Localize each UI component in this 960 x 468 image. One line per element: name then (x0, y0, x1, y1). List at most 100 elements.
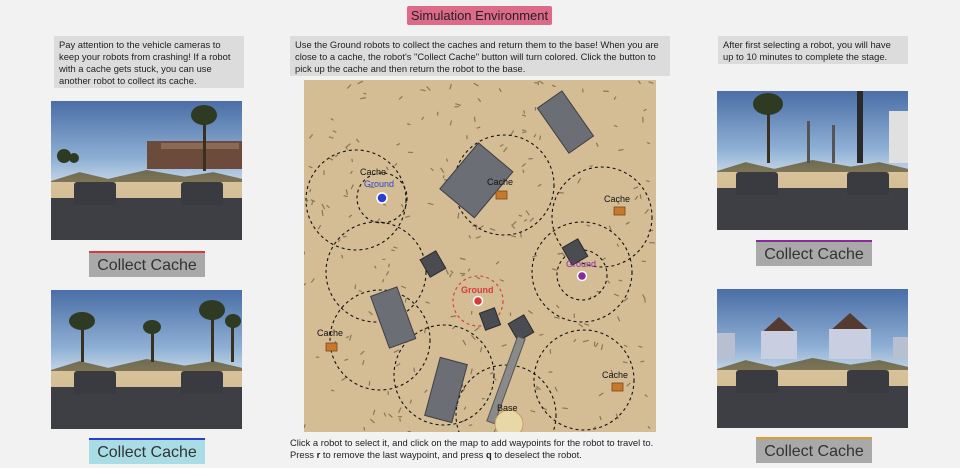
collect-cache-button-red[interactable]: Collect Cache (89, 251, 205, 277)
debris-mark (391, 249, 395, 252)
debris-mark (489, 227, 496, 232)
debris-mark (613, 124, 618, 128)
ground-robot-red-marker[interactable] (472, 295, 484, 307)
debris-mark (501, 344, 507, 347)
camera-feed-red (51, 101, 242, 240)
camera-feed-purple (717, 91, 908, 230)
debris-mark (386, 166, 389, 171)
debris-mark (473, 82, 479, 87)
top-down-map[interactable]: Cache Ground Cache Cache Ground Ground C… (304, 80, 656, 432)
debris-mark (511, 224, 516, 230)
page-title: Simulation Environment (407, 6, 552, 25)
debris-mark (499, 143, 504, 147)
text-segment: Press (290, 449, 317, 460)
collect-cache-button-blue[interactable]: Collect Cache (89, 438, 205, 464)
debris-mark (337, 239, 341, 243)
debris-mark (613, 293, 620, 297)
debris-mark (393, 349, 400, 353)
debris-mark (421, 116, 425, 121)
debris-mark (510, 234, 517, 238)
debris-mark (406, 122, 411, 126)
debris-mark (600, 344, 604, 351)
debris-mark (424, 389, 428, 393)
ground-robot-blue-marker[interactable] (376, 192, 388, 204)
ground-robot-purple-marker[interactable] (576, 270, 588, 282)
debris-mark (425, 301, 430, 304)
debris-mark (309, 134, 314, 139)
debris-mark (308, 165, 313, 169)
debris-mark (646, 142, 651, 145)
debris-mark (470, 368, 473, 375)
debris-mark (328, 157, 334, 161)
debris-mark (603, 90, 609, 93)
debris-mark (355, 138, 360, 143)
debris-mark (445, 158, 449, 162)
debris-mark (304, 424, 306, 429)
cache-label-4: Cache (317, 328, 343, 338)
debris-mark (475, 224, 478, 231)
debris-mark (468, 424, 473, 427)
debris-mark (341, 376, 347, 382)
collect-cache-button-orange[interactable]: Collect Cache (756, 437, 872, 463)
debris-mark (354, 284, 357, 290)
debris-mark (594, 342, 599, 348)
debris-mark (326, 204, 330, 209)
debris-mark (357, 80, 364, 85)
debris-mark (539, 80, 544, 85)
base-label: Base (497, 403, 518, 413)
debris-mark (553, 316, 560, 319)
debris-mark (647, 425, 651, 429)
debris-mark (555, 304, 560, 309)
debris-mark (582, 339, 589, 343)
debris-mark (427, 202, 434, 206)
debris-mark (467, 268, 471, 272)
debris-mark (345, 143, 351, 148)
debris-mark (331, 389, 335, 392)
debris-mark (350, 184, 354, 190)
debris-mark (639, 194, 642, 199)
debris-mark (358, 290, 362, 293)
debris-mark (523, 218, 528, 222)
debris-mark (346, 84, 352, 89)
debris-mark (317, 224, 322, 230)
debris-mark (330, 118, 334, 121)
debris-mark (394, 162, 398, 167)
debris-mark (398, 95, 403, 100)
debris-mark (396, 142, 401, 146)
ground-label-red: Ground (461, 285, 494, 295)
debris-mark (405, 215, 411, 219)
map-instructions-line1: Click a robot to select it, and click on… (290, 437, 654, 448)
debris-mark (362, 360, 365, 365)
debris-mark (452, 326, 456, 330)
debris-mark (430, 167, 434, 172)
debris-mark (388, 263, 391, 268)
debris-mark (539, 333, 544, 336)
map-instructions-line2: Press r to remove the last waypoint, and… (290, 449, 653, 461)
debris-mark (644, 394, 648, 398)
debris-mark (499, 279, 504, 282)
debris-mark (633, 186, 639, 190)
debris-mark (527, 310, 533, 315)
debris-mark (350, 170, 353, 175)
debris-mark (409, 399, 413, 404)
debris-mark (626, 382, 631, 387)
debris-mark (360, 97, 367, 100)
debris-mark (332, 130, 337, 133)
debris-mark (503, 147, 508, 153)
debris-mark (648, 81, 654, 84)
debris-mark (450, 315, 457, 318)
debris-mark (498, 88, 502, 93)
debris-mark (328, 136, 334, 139)
cache-label-2: Cache (487, 177, 513, 187)
debris-mark (449, 83, 452, 90)
debris-mark (474, 326, 480, 332)
debris-mark (395, 362, 401, 367)
debris-mark (616, 243, 620, 247)
cache-label-5: Cache (602, 370, 628, 380)
debris-mark (476, 126, 481, 129)
debris-mark (477, 97, 482, 103)
collect-cache-button-purple[interactable]: Collect Cache (756, 240, 872, 266)
instructions-center: Use the Ground robots to collect the cac… (290, 36, 670, 76)
debris-mark (551, 84, 556, 88)
debris-mark (644, 208, 650, 215)
